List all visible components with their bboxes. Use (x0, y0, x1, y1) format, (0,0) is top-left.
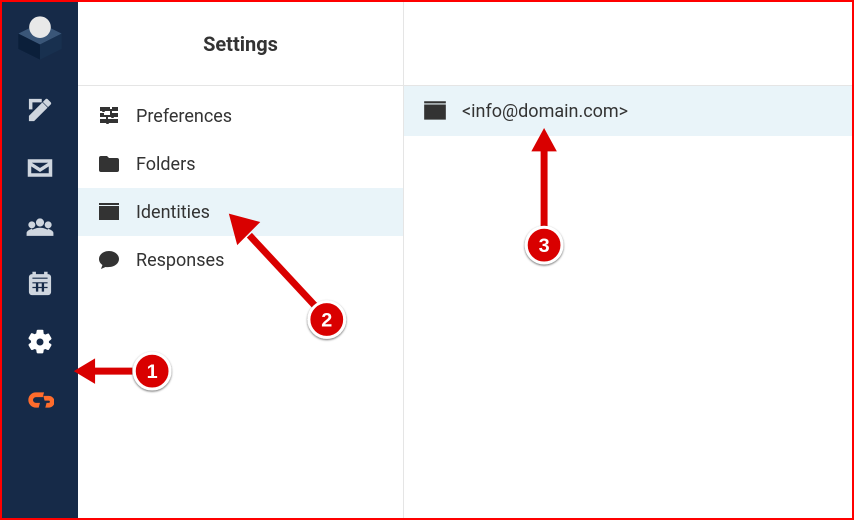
settings-item-identities[interactable]: Identities (78, 188, 403, 236)
content-header-spacer (404, 2, 852, 86)
settings-item-label: Identities (136, 202, 210, 223)
settings-item-preferences[interactable]: Preferences (78, 92, 403, 140)
comment-icon (96, 247, 122, 273)
contacts-button[interactable] (20, 208, 60, 244)
identities-list: <info@domain.com> (404, 2, 852, 518)
identity-icon (422, 98, 448, 124)
mail-button[interactable] (20, 150, 60, 186)
settings-section-list: Settings Preferences Folders (78, 2, 404, 518)
settings-item-label: Preferences (136, 106, 232, 127)
task-rail (2, 2, 78, 518)
identity-item[interactable]: <info@domain.com> (404, 86, 852, 136)
settings-item-label: Responses (136, 250, 224, 271)
settings-item-responses[interactable]: Responses (78, 236, 403, 284)
identity-label: <info@domain.com> (462, 101, 628, 122)
calendar-button[interactable] (20, 266, 60, 302)
settings-button[interactable] (20, 324, 60, 360)
settings-title: Settings (203, 32, 278, 56)
settings-header: Settings (78, 2, 403, 86)
folder-icon (96, 151, 122, 177)
settings-item-folders[interactable]: Folders (78, 140, 403, 188)
sliders-icon (96, 103, 122, 129)
compose-button[interactable] (20, 92, 60, 128)
app-logo (14, 12, 66, 64)
settings-item-label: Folders (136, 154, 196, 175)
cpanel-button[interactable] (20, 382, 60, 418)
identity-icon (96, 199, 122, 225)
